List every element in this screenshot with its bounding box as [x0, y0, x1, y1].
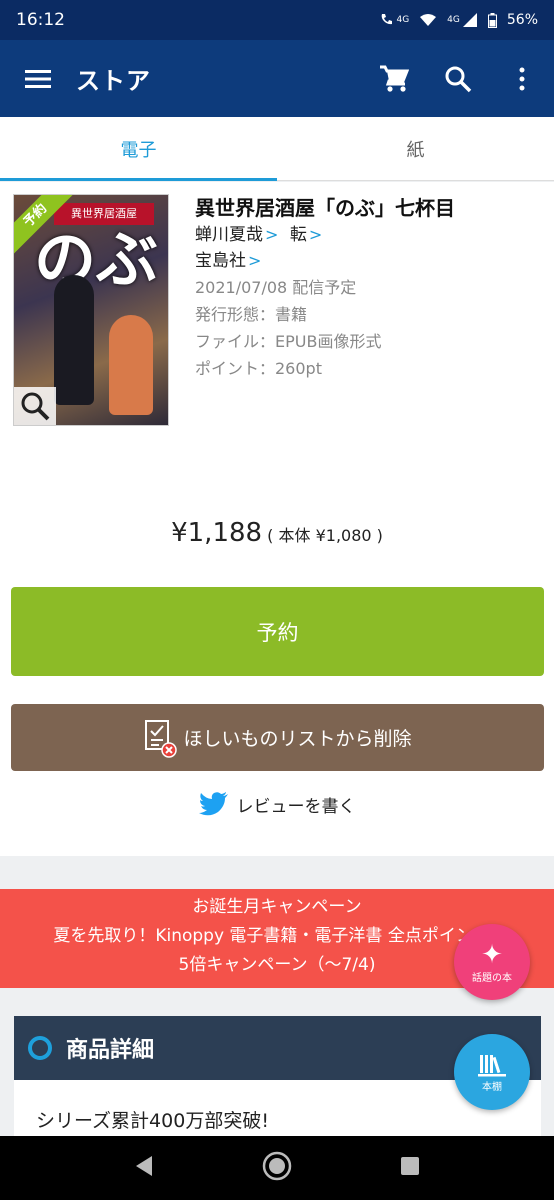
release-date: 2021/07/08 配信予定 [195, 278, 357, 297]
bookshelf-fab-label: 本棚 [482, 1081, 502, 1093]
cover-title-art: のぶ [33, 223, 158, 296]
chevron-right-icon: > [265, 225, 279, 244]
system-nav-bar [0, 1136, 554, 1200]
home-button[interactable] [261, 1150, 293, 1186]
file-format: ファイル：EPUB画像形式 [195, 332, 382, 351]
status-bar: 16:12 4G 4G 56% [0, 0, 554, 40]
campaign-line: お誕生月キャンペーン [192, 897, 362, 917]
price: ¥1,188 ( 本体 ¥1,080 ) [0, 518, 554, 548]
author-link[interactable]: 蝉川夏哉 > [195, 225, 278, 245]
bookshelf-fab[interactable]: 本棚 [454, 1034, 530, 1110]
menu-button[interactable] [0, 40, 76, 117]
tab-ebook[interactable]: 電子 [0, 117, 277, 181]
signal-icon: 4G [447, 13, 478, 27]
more-vert-icon [519, 67, 525, 90]
menu-icon [25, 69, 51, 88]
points: ポイント：260pt [195, 359, 322, 378]
sparkle-icon: ✦ [481, 939, 503, 970]
twitter-icon [198, 792, 228, 816]
book-title: 異世界居酒屋「のぶ」七杯目 [195, 196, 455, 220]
bookshelf-icon [478, 1054, 506, 1076]
publication-format: 発行形態：書籍 [195, 305, 308, 324]
back-button[interactable] [134, 1155, 154, 1181]
magnifier-icon [21, 392, 50, 421]
cover-figure [54, 275, 94, 405]
home-icon [262, 1151, 292, 1181]
price-sub: ( 本体 ¥1,080 ) [267, 526, 383, 545]
recents-icon [401, 1157, 420, 1175]
topics-fab[interactable]: ✦ 話題の本 [454, 924, 530, 1000]
book-info: 異世界居酒屋「のぶ」七杯目 蝉川夏哉 > 転 > 宝島社 > 2021/07/08 配… [195, 194, 540, 382]
chevron-right-icon: > [248, 251, 262, 270]
product-card: 異世界居酒屋 のぶ 予約 異世界居酒屋「のぶ」七杯目 蝉川夏哉 > 転 > 宝島社 >… [0, 182, 554, 856]
format-tabs: 電子 紙 [0, 117, 554, 181]
review-label: レビューを書く [236, 796, 356, 817]
circle-bullet-icon [28, 1036, 52, 1060]
illustrator-link[interactable]: 転 > [290, 225, 322, 245]
cover-figure [109, 315, 153, 415]
battery-icon [487, 12, 497, 28]
topics-fab-label: 話題の本 [472, 972, 512, 984]
wifi-icon [419, 13, 437, 27]
app-bar: ストア [0, 40, 554, 117]
wishlist-remove-icon [145, 719, 178, 758]
recents-button[interactable] [400, 1156, 420, 1180]
publisher-line: 宝島社 > [195, 248, 540, 274]
search-icon [445, 66, 472, 92]
app-title: ストア [76, 67, 151, 95]
remove-from-wishlist-button[interactable]: ほしいものリストから削除 [11, 704, 544, 771]
tab-paper[interactable]: 紙 [277, 117, 554, 180]
author-line: 蝉川夏哉 > 転 > [195, 222, 540, 248]
search-button[interactable] [426, 40, 490, 117]
status-time: 16:12 [16, 10, 65, 30]
back-icon [135, 1156, 152, 1176]
book-cover[interactable]: 異世界居酒屋 のぶ 予約 [13, 194, 169, 426]
publisher-link[interactable]: 宝島社 > [195, 251, 261, 271]
write-review-link[interactable]: レビューを書く [0, 786, 554, 822]
zoom-button[interactable] [14, 387, 56, 425]
wishlist-button-label: ほしいものリストから削除 [183, 729, 412, 750]
chevron-right-icon: > [308, 225, 323, 244]
more-options-button[interactable] [490, 40, 554, 117]
cart-button[interactable] [362, 40, 426, 117]
battery-percent: 56% [506, 12, 538, 28]
cart-icon [380, 65, 409, 92]
details-heading: 商品詳細 [66, 1038, 155, 1063]
reserve-button[interactable]: 予約 [11, 587, 544, 676]
status-icons: 4G 4G 56% [379, 12, 538, 28]
price-main: ¥1,188 [171, 518, 263, 548]
volte-call-icon: 4G [379, 12, 409, 28]
